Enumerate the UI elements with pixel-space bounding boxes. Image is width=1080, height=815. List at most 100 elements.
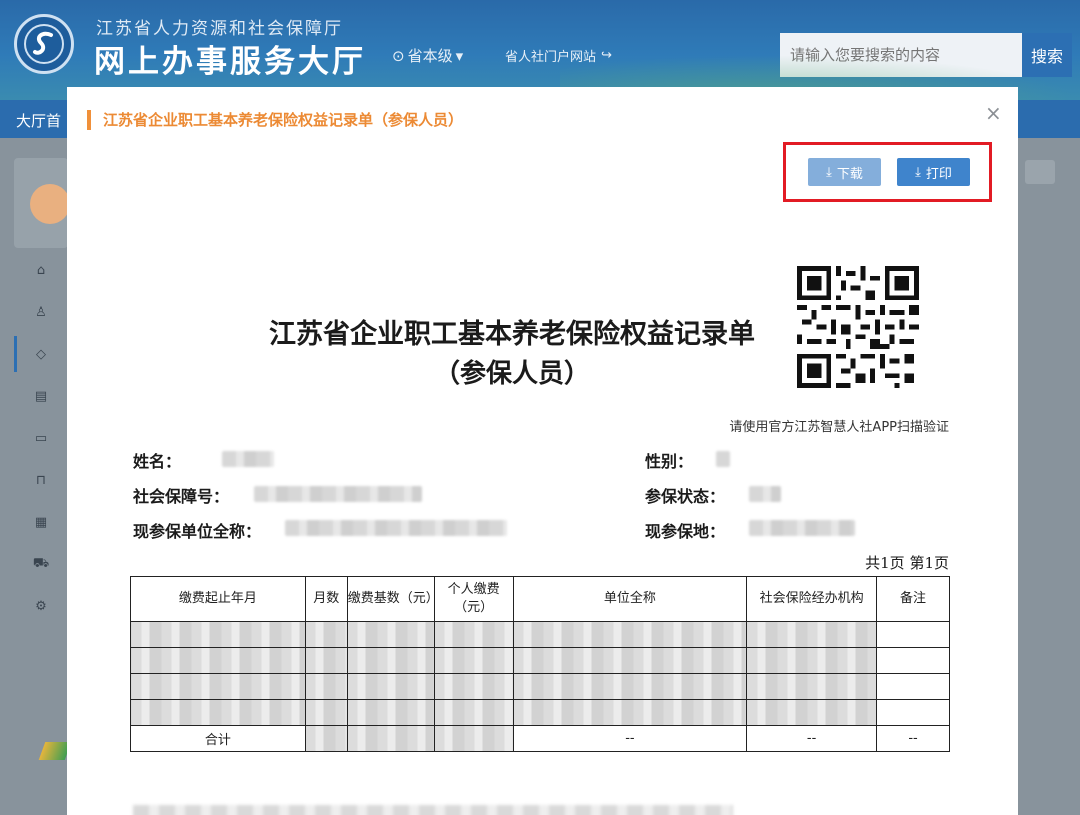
redacted-cell (130, 673, 306, 700)
contribution-table: 缴费起止年月 月数 缴费基数（元） 个人缴费（元） 单位全称 社会保险经办机构 … (130, 576, 950, 752)
gender-label: 性别： (645, 452, 694, 471)
caret-down-icon: ▾ (455, 46, 464, 65)
document-subtitle: （参保人员） (433, 359, 590, 389)
gender-value-redacted (716, 451, 730, 467)
redacted-cell (346, 673, 435, 700)
redacted-cell (512, 647, 748, 674)
download-label: 下载 (836, 166, 863, 182)
portal-link-label: 省人社门户网站 (505, 50, 597, 65)
redacted-cell (433, 621, 514, 648)
site-logo[interactable] (14, 14, 74, 74)
download-button[interactable]: ⤓ 下载 (808, 158, 881, 186)
portal-link[interactable]: 省人社门户网站 ↪ (505, 46, 612, 65)
redacted-cell (304, 699, 348, 726)
redacted-cell (304, 725, 348, 752)
table-total-row: 合计 -- -- -- (130, 725, 950, 752)
status-label: 参保状态： (645, 487, 726, 506)
redacted-cell (433, 647, 514, 674)
print-button[interactable]: ⤓ 打印 (897, 158, 970, 186)
ss-number-value-redacted (254, 486, 422, 502)
logo-icon (24, 24, 64, 64)
redacted-cell (346, 647, 435, 674)
redacted-cell (433, 725, 514, 752)
close-icon[interactable]: × (985, 101, 1002, 125)
status-value-redacted (749, 486, 781, 502)
redacted-cell (304, 673, 348, 700)
column-header: 月数 (304, 576, 348, 622)
redacted-cell (304, 647, 348, 674)
total-label: 合计 (130, 725, 306, 752)
column-header: 个人缴费（元） (433, 576, 514, 622)
column-header: 单位全称 (512, 576, 748, 622)
background-calendar-button (1025, 160, 1055, 184)
document-title: 江苏省企业职工基本养老保险权益记录单 (269, 319, 755, 350)
document-icon[interactable]: ▤ (33, 388, 49, 404)
footnote-redacted (133, 805, 733, 815)
column-header: 缴费起止年月 (130, 576, 306, 622)
column-header: 社会保险经办机构 (746, 576, 878, 622)
total-agency: -- (746, 725, 878, 752)
settings-icon[interactable]: ⚙ (33, 598, 49, 614)
redacted-cell (304, 621, 348, 648)
modal-title: 江苏省企业职工基本养老保险权益记录单（参保人员） (103, 111, 464, 129)
site-header: 江苏省人力资源和社会保障厅 网上办事服务大厅 ⊙ 省本级 ▾ 省人社门户网站 ↪… (0, 0, 1080, 100)
redacted-cell (346, 621, 435, 648)
redacted-cell (433, 673, 514, 700)
share-arrow-icon: ↪ (601, 48, 612, 63)
column-header: 备注 (876, 576, 950, 622)
qr-code-icon (797, 266, 919, 388)
redacted-cell (433, 699, 514, 726)
total-unit: -- (512, 725, 748, 752)
avatar[interactable] (30, 184, 70, 224)
redacted-cell (130, 699, 306, 726)
diamond-icon[interactable]: ◇ (33, 346, 49, 362)
truck-icon[interactable]: ⛟ (33, 556, 49, 572)
nav-home-link[interactable]: 大厅首 (16, 110, 61, 131)
modal-header: 江苏省企业职工基本养老保险权益记录单（参保人员） (87, 109, 463, 130)
form-icon[interactable]: ▦ (33, 514, 49, 530)
download-icon: ⤓ (826, 164, 832, 180)
name-value-redacted (222, 451, 274, 467)
column-header: 缴费基数（元） (346, 576, 439, 622)
remark-cell (876, 699, 950, 726)
redacted-cell (746, 647, 878, 674)
user-icon[interactable]: ♙ (33, 304, 49, 320)
employer-value-redacted (285, 520, 507, 536)
table-header-row: 缴费起止年月 月数 缴费基数（元） 个人缴费（元） 单位全称 社会保险经办机构 … (130, 576, 950, 622)
redacted-cell (512, 621, 748, 648)
location-label: 现参保地： (645, 522, 726, 541)
search-input[interactable] (780, 33, 1022, 77)
redacted-cell (346, 699, 435, 726)
table-row (130, 673, 950, 700)
print-icon: ⤓ (915, 164, 921, 180)
title-accent-bar (87, 109, 91, 130)
redacted-cell (512, 699, 748, 726)
card-icon[interactable]: ▭ (33, 430, 49, 446)
bag-icon[interactable]: ⊓ (33, 472, 49, 488)
redacted-cell (746, 699, 878, 726)
search-button[interactable]: 搜索 (1022, 33, 1072, 77)
home-icon[interactable]: ⌂ (33, 262, 49, 278)
table-row (130, 699, 950, 726)
employer-label: 现参保单位全称： (133, 522, 262, 541)
table-row (130, 621, 950, 648)
hall-name: 网上办事服务大厅 (94, 44, 366, 80)
remark-cell (876, 673, 950, 700)
total-remark: -- (876, 725, 950, 752)
qr-verify-note: 请使用官方江苏智慧人社APP扫描验证 (729, 420, 949, 435)
location-pin-icon: ⊙ (392, 46, 405, 65)
redacted-cell (130, 621, 306, 648)
remark-cell (876, 647, 950, 674)
remark-cell (876, 621, 950, 648)
region-selector[interactable]: ⊙ 省本级 ▾ (392, 45, 463, 66)
name-label: 姓名： (133, 452, 182, 471)
record-modal: 江苏省企业职工基本养老保险权益记录单（参保人员） × ⤓ 下载 ⤓ 打印 江苏省… (67, 87, 1018, 815)
redacted-cell (746, 673, 878, 700)
redacted-cell (346, 725, 435, 752)
print-label: 打印 (925, 166, 952, 182)
region-label: 省本级 (407, 47, 453, 65)
redacted-cell (130, 647, 306, 674)
table-row (130, 647, 950, 674)
page-count: 共1页 第1页 (865, 554, 949, 572)
ss-number-label: 社会保障号： (133, 487, 230, 506)
